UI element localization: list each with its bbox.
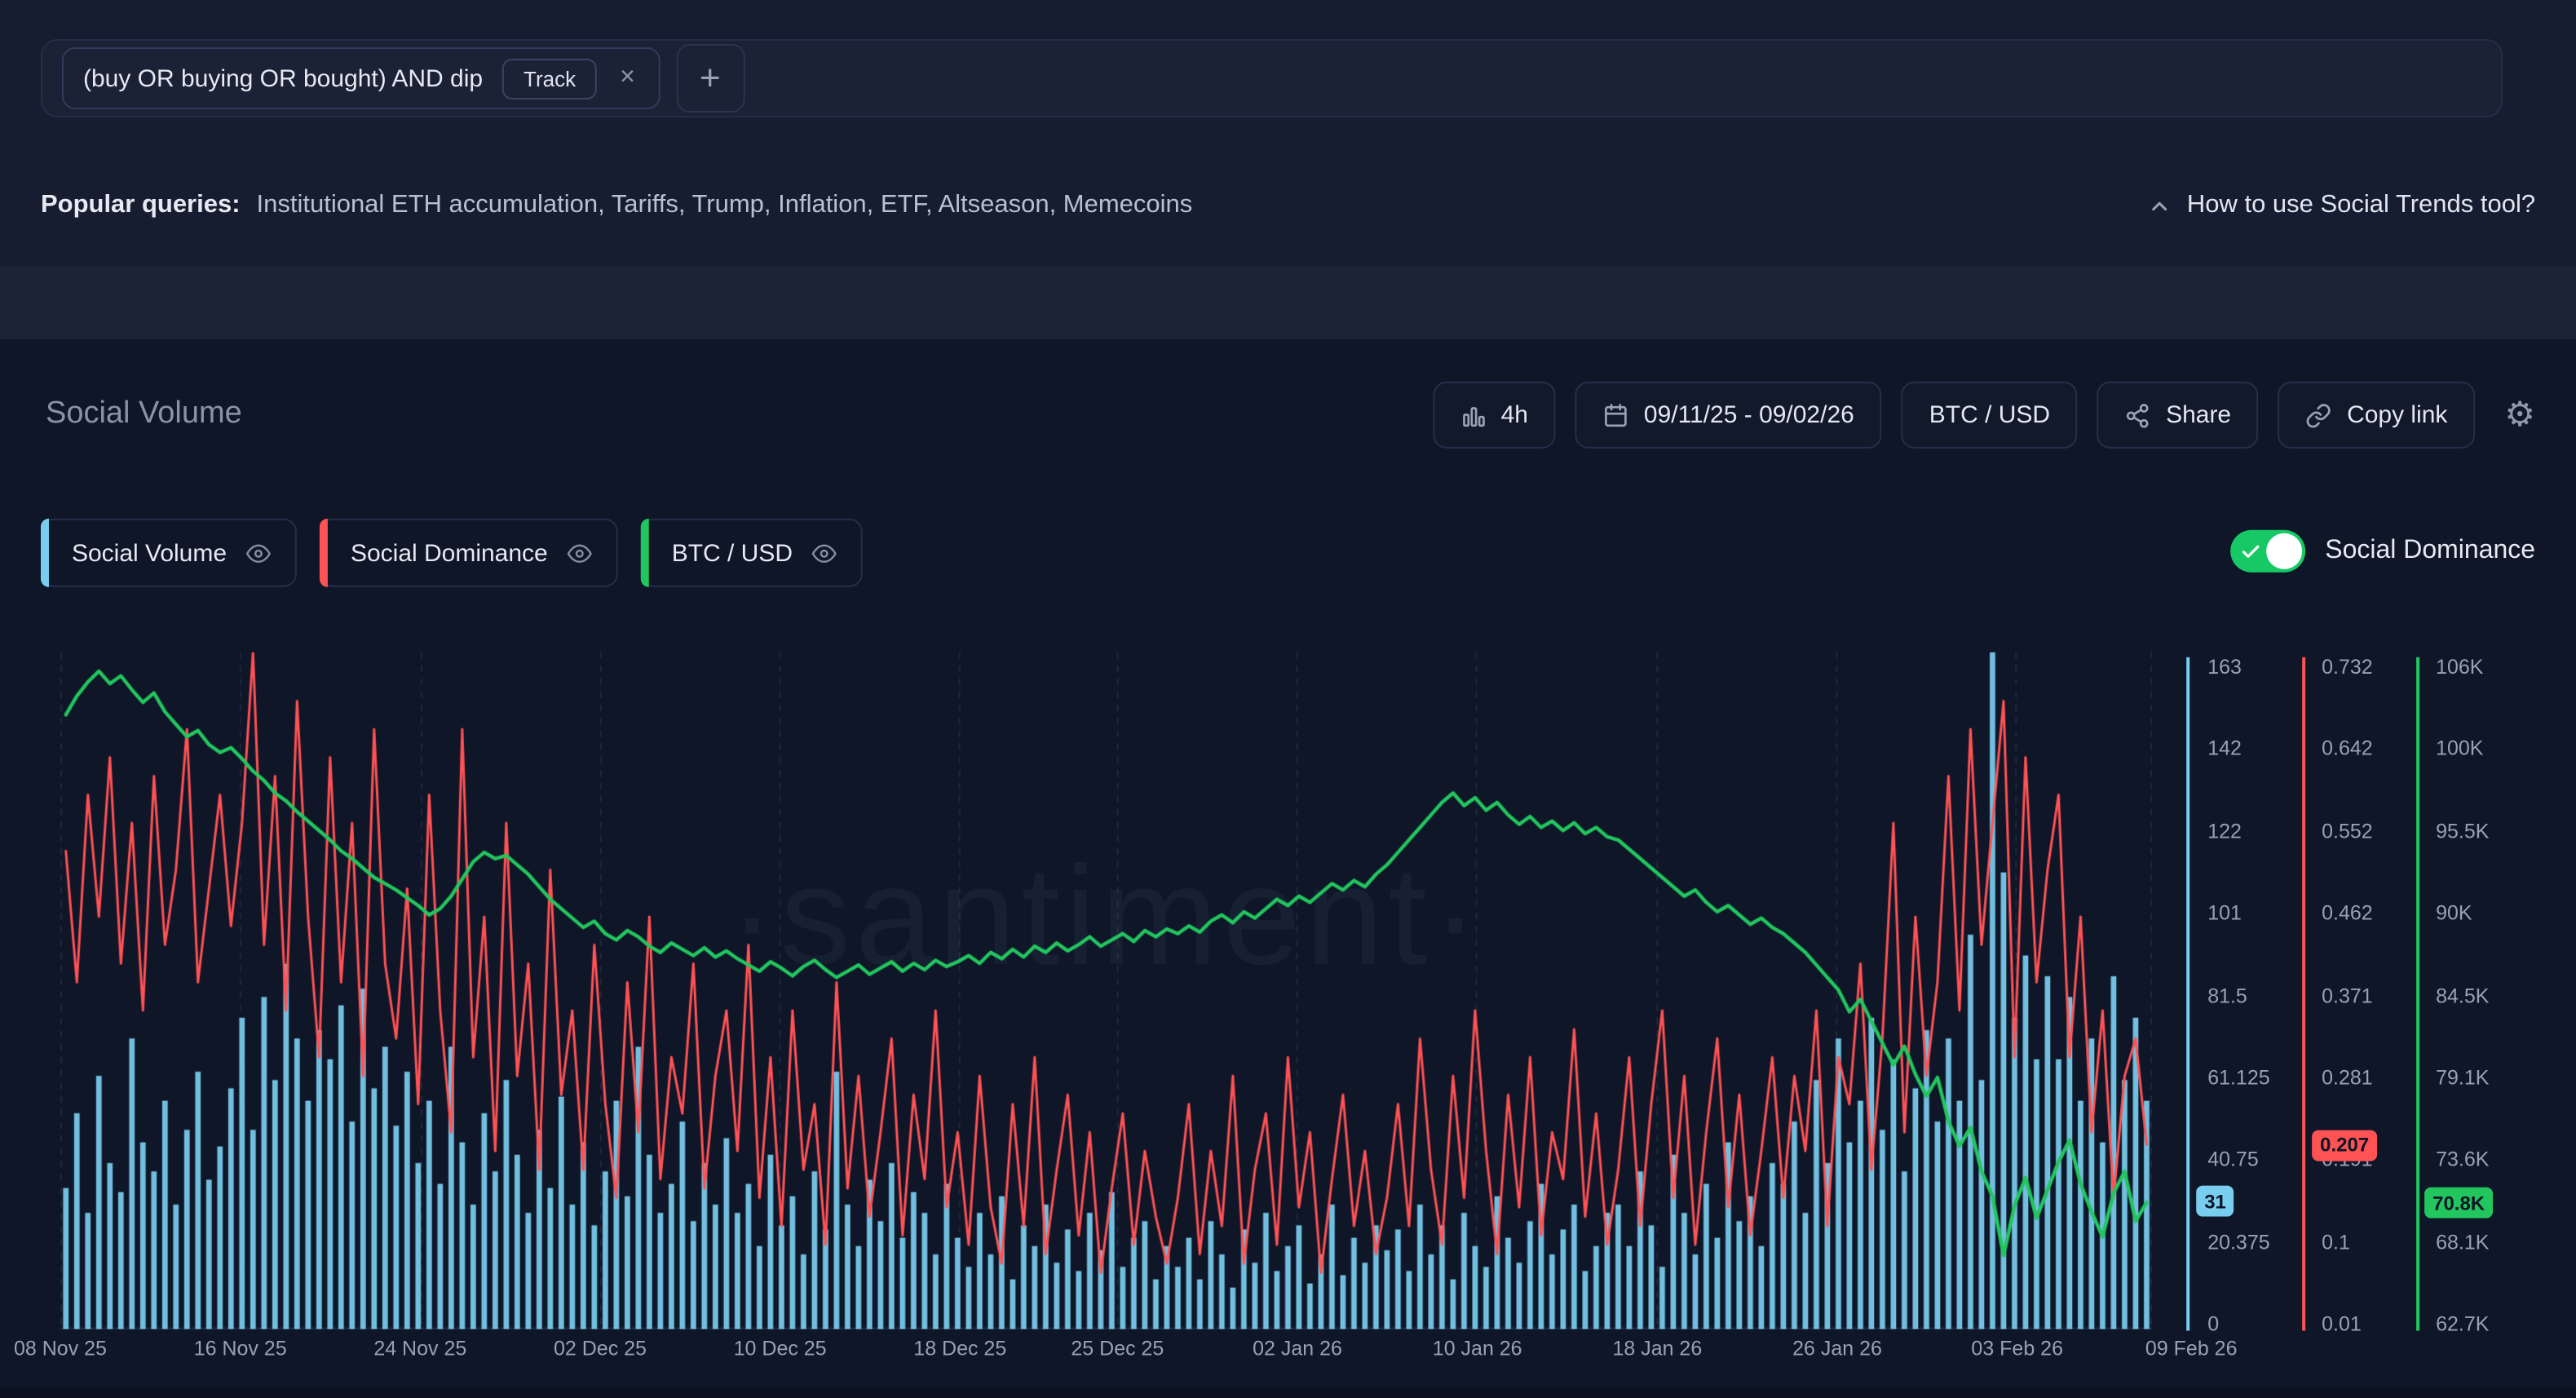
- remove-query-icon[interactable]: ×: [616, 64, 638, 93]
- interval-label: 4h: [1501, 401, 1528, 429]
- y-tick-label: 163: [2207, 656, 2242, 679]
- social-dominance-last-value-badge: 0.207: [2312, 1130, 2377, 1161]
- sub-strip: [0, 266, 2576, 339]
- eye-icon[interactable]: [566, 541, 594, 565]
- x-tick-label: 25 Dec 25: [1071, 1338, 1164, 1360]
- chart-section: Social Volume 4h 09/11/25 - 09/02/26 BTC…: [0, 339, 2576, 1388]
- search-input[interactable]: (buy OR buying OR bought) AND dip Track …: [41, 39, 2503, 117]
- legend-label: BTC / USD: [672, 539, 793, 567]
- y-tick-label: 122: [2207, 820, 2242, 843]
- legend-chip-btc-usd[interactable]: BTC / USD: [641, 519, 863, 587]
- x-tick-label: 16 Nov 25: [194, 1338, 287, 1360]
- calendar-icon: [1603, 402, 1629, 428]
- x-tick-label: 18 Dec 25: [913, 1338, 1006, 1360]
- y-tick-label: 62.7K: [2436, 1313, 2489, 1336]
- y-tick-label: 81.5: [2207, 984, 2247, 1007]
- y-tick-label: 0.1: [2322, 1231, 2350, 1254]
- legend: Social Volume Social Dominance BTC / USD: [41, 519, 863, 587]
- y-tick-label: 61.125: [2207, 1066, 2269, 1089]
- social-volume-last-value-badge: 31: [2196, 1186, 2234, 1217]
- y-tick-label: 95.5K: [2436, 820, 2489, 843]
- help-link-label: How to use Social Trends tool?: [2187, 191, 2535, 220]
- y-tick-label: 90K: [2436, 902, 2472, 925]
- legend-accent: [641, 519, 649, 587]
- y-axis-social-dominance: 0.7320.6420.5520.4620.3710.2810.1910.10.…: [2322, 339, 2419, 1388]
- legend-accent: [41, 519, 49, 587]
- pair-label: BTC / USD: [1929, 401, 2050, 429]
- y-tick-label: 73.6K: [2436, 1148, 2489, 1171]
- x-tick-label: 26 Jan 26: [1792, 1338, 1882, 1360]
- share-icon: [2125, 402, 2151, 428]
- legend-label: Social Dominance: [351, 539, 548, 567]
- x-tick-label: 02 Dec 25: [554, 1338, 647, 1360]
- date-range-label: 09/11/25 - 09/02/26: [1644, 401, 1854, 429]
- y-tick-label: 79.1K: [2436, 1066, 2489, 1089]
- query-chip[interactable]: (buy OR buying OR bought) AND dip Track …: [62, 47, 660, 109]
- date-range-button[interactable]: 09/11/25 - 09/02/26: [1575, 382, 1882, 449]
- x-tick-label: 02 Jan 26: [1253, 1338, 1342, 1360]
- pair-button[interactable]: BTC / USD: [1902, 382, 2078, 449]
- y-axis-line-social-volume: [2186, 657, 2189, 1331]
- legend-label: Social Volume: [72, 539, 227, 567]
- y-tick-label: 20.375: [2207, 1231, 2269, 1254]
- y-axis-btc-usd: 106K 100K 95.5K 90K 84.5K 79.1K 73.6K 68.1K 62.7…: [2436, 339, 2534, 1388]
- y-tick-label: 40.75: [2207, 1148, 2259, 1171]
- y-tick-label: 68.1K: [2436, 1231, 2489, 1254]
- y-axis-social-volume: 163 142 122 101 81.5 61.125 40.75 20.375 0: [2207, 339, 2305, 1388]
- chart-canvas[interactable]: [60, 653, 2152, 1329]
- x-tick-label: 18 Jan 26: [1612, 1338, 1702, 1360]
- header: (buy OR buying OR bought) AND dip Track …: [0, 0, 2576, 266]
- y-tick-label: 0.371: [2322, 984, 2373, 1007]
- interval-button[interactable]: 4h: [1433, 382, 1556, 449]
- popular-queries-list[interactable]: Institutional ETH accumulation, Tariffs,…: [257, 191, 1193, 220]
- popular-queries-label: Popular queries:: [41, 191, 241, 220]
- interval-icon: [1460, 402, 1487, 428]
- y-tick-label: 84.5K: [2436, 984, 2489, 1007]
- legend-accent: [320, 519, 328, 587]
- bottom-strip: [0, 1387, 2576, 1397]
- x-tick-label: 10 Jan 26: [1433, 1338, 1522, 1360]
- social-trends-page: (buy OR buying OR bought) AND dip Track …: [0, 0, 2576, 1397]
- query-text: (buy OR buying OR bought) AND dip: [83, 64, 483, 92]
- legend-chip-social-dominance[interactable]: Social Dominance: [320, 519, 618, 587]
- y-tick-label: 0.01: [2322, 1313, 2362, 1336]
- page-title: Social Volume: [46, 396, 242, 432]
- y-tick-label: 101: [2207, 902, 2242, 925]
- track-button[interactable]: Track: [502, 58, 597, 99]
- chevron-up-icon: [2148, 193, 2172, 218]
- x-tick-label: 10 Dec 25: [734, 1338, 827, 1360]
- popular-queries-row: Popular queries: Institutional ETH accum…: [41, 191, 2535, 220]
- btc-usd-last-value-badge: 70.8K: [2424, 1188, 2493, 1219]
- y-tick-label: 0.462: [2322, 902, 2373, 925]
- y-tick-label: 0.642: [2322, 737, 2373, 760]
- add-query-button[interactable]: +: [676, 44, 745, 113]
- help-link[interactable]: How to use Social Trends tool?: [2148, 191, 2535, 220]
- y-tick-label: 106K: [2436, 656, 2483, 679]
- y-tick-label: 0: [2207, 1313, 2219, 1336]
- eye-icon[interactable]: [811, 541, 838, 565]
- y-tick-label: 0.732: [2322, 656, 2373, 679]
- x-tick-label: 08 Nov 25: [14, 1338, 107, 1360]
- eye-icon[interactable]: [245, 541, 272, 565]
- y-tick-label: 0.552: [2322, 820, 2373, 843]
- y-tick-label: 100K: [2436, 737, 2483, 760]
- y-tick-label: 0.281: [2322, 1066, 2373, 1089]
- x-tick-label: 24 Nov 25: [373, 1338, 466, 1360]
- x-tick-label: 09 Feb 26: [2145, 1338, 2238, 1360]
- legend-chip-social-volume[interactable]: Social Volume: [41, 519, 297, 587]
- y-tick-label: 142: [2207, 737, 2242, 760]
- x-tick-label: 03 Feb 26: [1971, 1338, 2063, 1360]
